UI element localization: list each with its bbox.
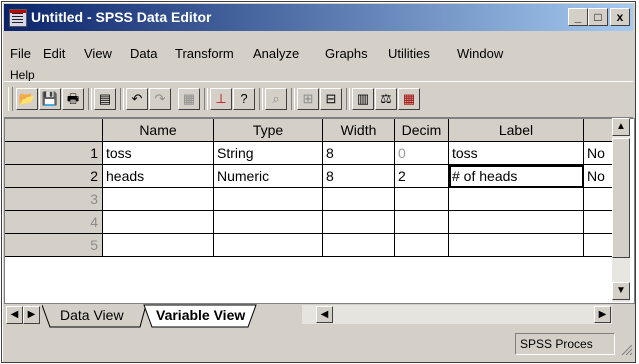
cell-width[interactable] <box>323 188 395 211</box>
column-header-width[interactable]: Width <box>323 119 395 142</box>
status-bar: SPSS Proces <box>4 330 633 360</box>
column-header-type[interactable]: Type <box>214 119 323 142</box>
row-header[interactable]: 5 <box>5 234 103 257</box>
maximize-button[interactable]: □ <box>588 8 608 26</box>
goto-case-icon[interactable]: ⊥ <box>210 88 232 110</box>
tab-scroll-right-icon[interactable]: ▶ <box>23 306 40 324</box>
vertical-scroll-thumb[interactable] <box>612 138 630 258</box>
menu-analyze[interactable]: Analyze <box>253 46 299 61</box>
toolbar-separator <box>204 88 208 110</box>
row-header[interactable]: 2 <box>5 165 103 188</box>
cell-type[interactable] <box>214 234 323 257</box>
cell-label[interactable] <box>449 211 584 234</box>
grid-corner[interactable] <box>5 119 103 142</box>
toolbar-grip[interactable] <box>8 87 13 111</box>
cell-decimals[interactable] <box>395 211 449 234</box>
tab-scroll-left-icon[interactable]: ◀ <box>6 306 23 324</box>
scroll-up-arrow-icon[interactable]: ▲ <box>612 118 630 136</box>
cell-type[interactable]: Numeric <box>214 165 323 188</box>
menu-edit[interactable]: Edit <box>43 46 65 61</box>
cell-name[interactable] <box>103 211 214 234</box>
cell-width[interactable]: 8 <box>323 142 395 165</box>
open-folder-icon[interactable]: 📂 <box>16 88 38 110</box>
toolbar: 📂 💾 🖶 ▤ ↶ ↷ ▦ ⊥ ? ⌕ ⊞ ⊟ ▥ ⚖ ▦ <box>4 81 633 118</box>
insert-variable-icon[interactable]: ⊟ <box>320 88 342 110</box>
menu-transform[interactable]: Transform <box>175 46 234 61</box>
menu-graphs[interactable]: Graphs <box>325 46 368 61</box>
cell-name[interactable] <box>103 234 214 257</box>
column-header-name[interactable]: Name <box>103 119 214 142</box>
save-icon[interactable]: 💾 <box>39 88 61 110</box>
print-icon[interactable]: 🖶 <box>62 88 84 110</box>
menu-data[interactable]: Data <box>130 46 157 61</box>
insert-case-icon[interactable]: ⊞ <box>297 88 319 110</box>
cell-label[interactable] <box>449 234 584 257</box>
menu-utilities[interactable]: Utilities <box>388 46 430 61</box>
cell-name[interactable]: heads <box>103 165 214 188</box>
menu-window[interactable]: Window <box>457 46 503 61</box>
redo-icon[interactable]: ↷ <box>149 88 171 110</box>
row-header[interactable]: 4 <box>5 211 103 234</box>
scroll-right-arrow-icon[interactable]: ▶ <box>594 306 611 323</box>
dialog-recall-icon[interactable]: ▤ <box>94 88 116 110</box>
minimize-button[interactable]: _ <box>568 8 588 26</box>
row-header[interactable]: 1 <box>5 142 103 165</box>
split-file-icon[interactable]: ▥ <box>352 88 374 110</box>
scroll-down-arrow-icon[interactable]: ▼ <box>612 282 630 300</box>
cell-label[interactable]: toss <box>449 142 584 165</box>
toolbar-separator <box>291 88 295 110</box>
variables-icon[interactable]: ? <box>233 88 255 110</box>
cell-decimals[interactable]: 2 <box>395 165 449 188</box>
menu-view[interactable]: View <box>84 46 112 61</box>
row-header[interactable]: 3 <box>5 188 103 211</box>
find-icon[interactable]: ⌕ <box>265 88 287 110</box>
cell-type[interactable] <box>214 211 323 234</box>
resize-grip-icon[interactable] <box>621 344 633 356</box>
toolbar-separator <box>120 88 124 110</box>
toolbar-separator <box>88 88 92 110</box>
title-bar[interactable]: Untitled - SPSS Data Editor _ □ x <box>4 4 633 31</box>
cell-label[interactable] <box>449 188 584 211</box>
cell-type[interactable] <box>214 188 323 211</box>
column-header-label[interactable]: Label <box>449 119 584 142</box>
undo-icon[interactable]: ↶ <box>126 88 148 110</box>
toolbar-separator <box>346 88 350 110</box>
cell-name[interactable] <box>103 188 214 211</box>
menu-help[interactable]: Help <box>10 68 35 82</box>
cell-label-selected[interactable]: # of heads <box>449 165 584 188</box>
spss-app-icon[interactable] <box>9 9 27 27</box>
toolbar-separator <box>259 88 263 110</box>
goto-chart-icon[interactable]: ▦ <box>178 88 200 110</box>
column-header-decimals[interactable]: Decim <box>395 119 449 142</box>
tab-variable-view[interactable]: Variable View <box>156 305 245 327</box>
cell-type[interactable]: String <box>214 142 323 165</box>
scroll-left-arrow-icon[interactable]: ◀ <box>316 306 333 323</box>
vertical-scrollbar[interactable]: ▲ ▼ <box>612 118 630 302</box>
processor-status: SPSS Proces <box>515 333 615 355</box>
tab-data-view[interactable]: Data View <box>60 305 124 327</box>
menu-file[interactable]: File <box>10 46 31 61</box>
cell-decimals[interactable]: 0 <box>395 142 449 165</box>
menu-bar: File Edit View Data Transform Analyze Gr… <box>4 32 633 82</box>
close-button[interactable]: x <box>610 8 630 26</box>
cell-decimals[interactable] <box>395 234 449 257</box>
cell-width[interactable] <box>323 211 395 234</box>
window-title: Untitled - SPSS Data Editor <box>31 9 212 25</box>
app-window: Untitled - SPSS Data Editor _ □ x File E… <box>1 1 636 363</box>
horizontal-scrollbar[interactable]: ◀ ▶ <box>302 305 612 324</box>
cell-width[interactable] <box>323 234 395 257</box>
cell-decimals[interactable] <box>395 188 449 211</box>
variable-grid: Name Type Width Decim Label 1 toss Strin… <box>4 118 635 304</box>
weight-cases-icon[interactable]: ⚖ <box>375 88 397 110</box>
select-cases-icon[interactable]: ▦ <box>398 88 420 110</box>
cell-name[interactable]: toss <box>103 142 214 165</box>
cell-width[interactable]: 8 <box>323 165 395 188</box>
